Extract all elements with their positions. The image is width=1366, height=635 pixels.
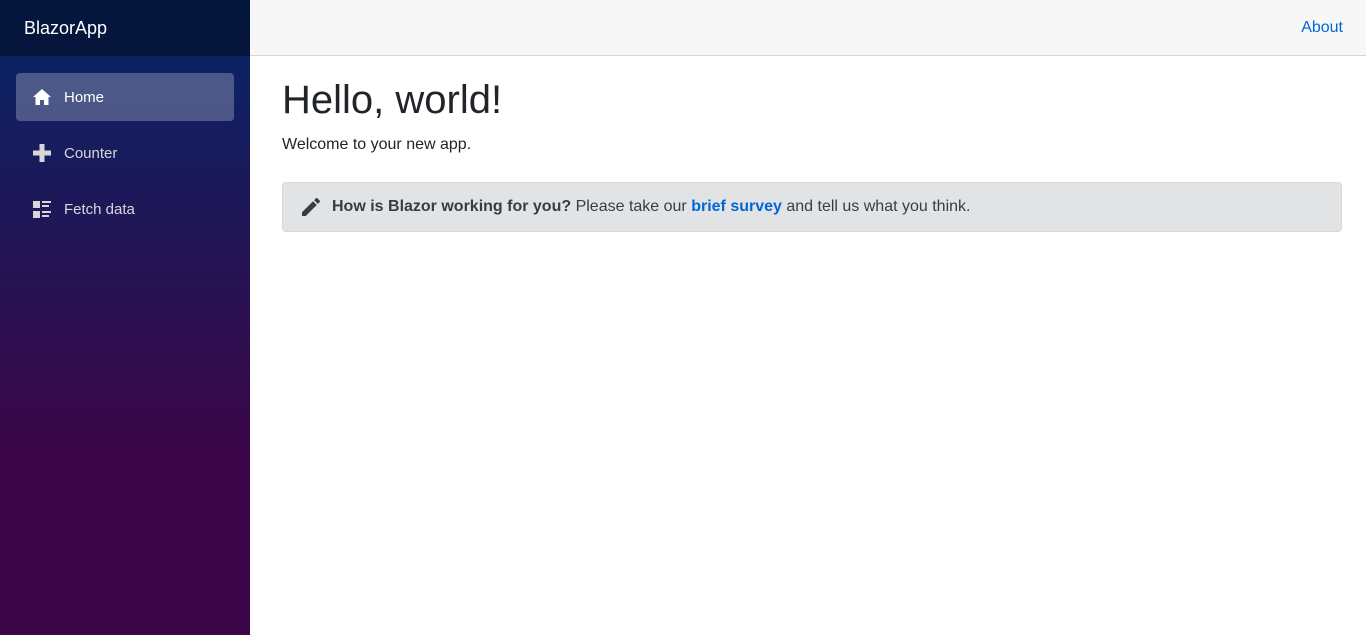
page-content: Hello, world! Welcome to your new app. H… [250, 56, 1366, 232]
sidebar-item-home: Home [0, 73, 250, 121]
nav-link-fetch-data[interactable]: Fetch data [16, 185, 234, 233]
survey-alert: How is Blazor working for you? Please ta… [282, 182, 1342, 232]
welcome-text: Welcome to your new app. [282, 136, 472, 153]
page-title: Hello, world! [282, 78, 503, 122]
brand-bar: BlazorApp [0, 0, 250, 56]
sidebar-item-fetch-data: Fetch data [0, 185, 250, 233]
main-area: About Hello, world! Welcome to your new … [250, 0, 1366, 635]
survey-question: How is Blazor working for you? [332, 198, 572, 215]
list-rich-icon [32, 199, 52, 219]
nav-link-home[interactable]: Home [16, 73, 234, 121]
app-root: BlazorApp Home Counter Fetch data About … [0, 0, 1366, 635]
about-link[interactable]: About [1301, 19, 1343, 37]
sidebar-item-label: Home [64, 88, 105, 106]
sidebar-nav: Home Counter Fetch data [0, 56, 250, 233]
home-icon [32, 87, 52, 107]
sidebar-item-label: Counter [64, 144, 118, 162]
plus-icon [32, 143, 52, 163]
pencil-icon [302, 198, 320, 216]
brief-survey-link[interactable]: brief survey [691, 198, 782, 215]
sidebar-item-counter: Counter [0, 129, 250, 177]
brand-link[interactable]: BlazorApp [24, 18, 107, 39]
sidebar: BlazorApp Home Counter Fetch data [0, 0, 250, 635]
survey-text-before: Please take our [571, 198, 692, 215]
survey-text-after: and tell us what you think. [781, 198, 971, 215]
sidebar-item-label: Fetch data [64, 200, 135, 218]
top-bar: About [250, 0, 1366, 56]
nav-link-counter[interactable]: Counter [16, 129, 234, 177]
survey-message: How is Blazor working for you? Please ta… [332, 198, 970, 216]
